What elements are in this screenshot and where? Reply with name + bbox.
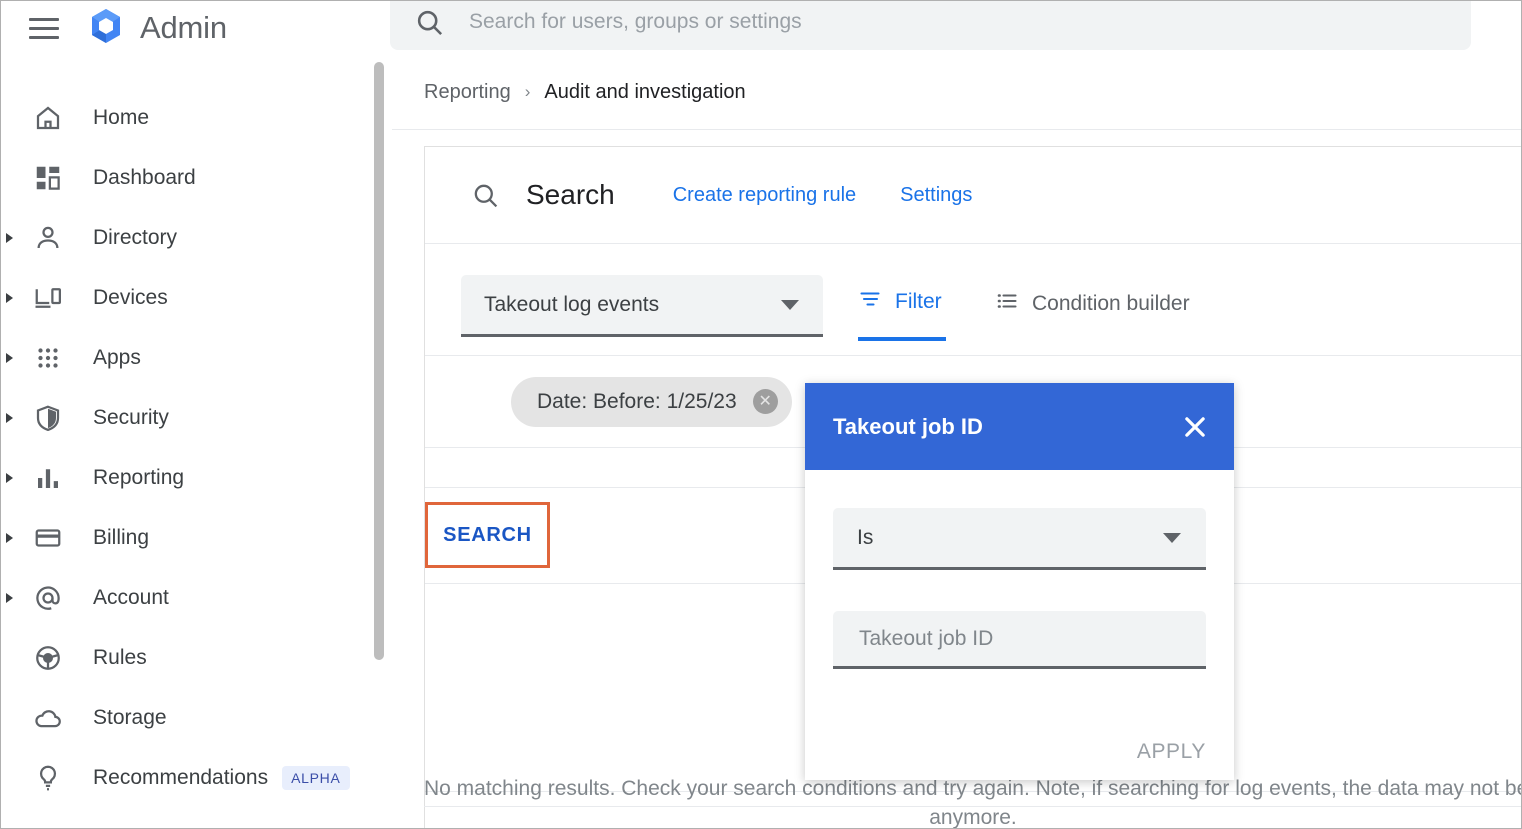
credit-card-icon <box>28 523 68 553</box>
brand-logo[interactable]: Admin <box>86 6 227 51</box>
header-divider <box>392 129 1522 130</box>
apply-button[interactable]: APPLY <box>1137 740 1206 764</box>
operator-value: Is <box>857 525 874 549</box>
sidebar-item-rules[interactable]: Rules <box>0 628 392 688</box>
sidebar-scrollbar-thumb[interactable] <box>374 62 384 660</box>
sidebar-item-reporting[interactable]: Reporting <box>0 448 392 508</box>
dashboard-icon <box>28 163 68 193</box>
hamburger-menu-icon[interactable] <box>26 10 62 46</box>
page-title: Search <box>526 179 615 210</box>
sidebar-item-label: Storage <box>93 706 167 729</box>
chevron-right-icon <box>6 593 13 603</box>
log-source-select[interactable]: Takeout log events <box>461 275 823 337</box>
tab-filter-label: Filter <box>895 290 942 313</box>
apps-grid-icon <box>28 343 68 373</box>
sidebar-item-home[interactable]: Home <box>0 88 392 148</box>
sidebar-item-recommendations[interactable]: Recommendations ALPHA <box>0 748 392 808</box>
sidebar-item-security[interactable]: Security <box>0 388 392 448</box>
sidebar-item-label: Account <box>93 586 169 609</box>
breadcrumb-current: Audit and investigation <box>544 80 746 103</box>
chevron-down-icon <box>781 299 799 310</box>
chevron-down-icon <box>1163 532 1181 543</box>
sidebar-item-label: Billing <box>93 526 150 549</box>
admin-console-page: Admin Home Dashboard Directory Devices A… <box>0 0 1522 829</box>
log-source-value: Takeout log events <box>484 292 660 316</box>
empty-results-message-line2: anymore. <box>929 806 1017 829</box>
sidebar-item-dashboard[interactable]: Dashboard <box>0 148 392 208</box>
lightbulb-icon <box>28 763 68 793</box>
sidebar-item-devices[interactable]: Devices <box>0 268 392 328</box>
sidebar-item-label: Dashboard <box>93 166 196 189</box>
breadcrumb-separator-icon: › <box>524 82 531 101</box>
steering-wheel-icon <box>28 643 68 673</box>
sidebar-scrollbar[interactable] <box>374 62 388 762</box>
cloud-icon <box>28 703 68 733</box>
sidebar-item-directory[interactable]: Directory <box>0 208 392 268</box>
devices-icon <box>28 283 68 313</box>
takeout-job-id-field-wrapper[interactable] <box>833 611 1206 669</box>
takeout-job-id-input[interactable] <box>857 625 1187 652</box>
bar-chart-icon <box>28 463 68 493</box>
sidebar-item-label: Security <box>93 406 169 429</box>
sidebar-nav: Home Dashboard Directory Devices Apps Se… <box>0 88 392 808</box>
create-reporting-rule-link[interactable]: Create reporting rule <box>673 184 856 207</box>
close-icon[interactable] <box>1178 410 1212 444</box>
chevron-right-icon <box>6 413 13 423</box>
brand-name: Admin <box>140 10 227 45</box>
chevron-right-icon <box>6 533 13 543</box>
sidebar-item-label: Directory <box>93 226 178 249</box>
sidebar-item-label: Rules <box>93 646 147 669</box>
search-button[interactable]: SEARCH <box>425 502 550 568</box>
tab-condition-builder-label: Condition builder <box>1032 292 1190 315</box>
sidebar-item-label: Reporting <box>93 466 185 489</box>
sidebar-item-apps[interactable]: Apps <box>0 328 392 388</box>
sidebar-item-label: Devices <box>93 286 168 309</box>
sidebar-item-label: Home <box>93 106 150 129</box>
filter-chip[interactable]: Date: Before: 1/25/23 ✕ <box>511 376 792 427</box>
chevron-right-icon <box>6 233 13 243</box>
chevron-right-icon <box>6 473 13 483</box>
list-icon <box>995 289 1019 319</box>
shield-icon <box>28 403 68 433</box>
filter-chip-label: Date: Before: 1/25/23 <box>537 389 737 413</box>
person-icon <box>28 223 68 253</box>
sidebar-item-label: Apps <box>93 346 141 369</box>
sidebar-item-label: Recommendations <box>93 766 269 789</box>
settings-link[interactable]: Settings <box>900 184 972 207</box>
filter-popup-title: Takeout job ID <box>833 413 983 439</box>
source-and-mode-row: Takeout log events Filter Condition buil… <box>425 244 1522 356</box>
sidebar-item-account[interactable]: Account <box>0 568 392 628</box>
sidebar: Admin Home Dashboard Directory Devices A… <box>0 0 392 829</box>
sidebar-item-storage[interactable]: Storage <box>0 688 392 748</box>
google-admin-logo-icon <box>86 6 126 51</box>
filter-popup-dialog: Takeout job ID Is APPLY <box>805 383 1234 780</box>
search-button-label: SEARCH <box>443 523 532 546</box>
search-icon <box>471 181 500 210</box>
breadcrumb: Reporting › Audit and investigation <box>424 70 746 114</box>
sidebar-item-billing[interactable]: Billing <box>0 508 392 568</box>
filter-popup-body: Is APPLY <box>805 470 1234 780</box>
chevron-right-icon <box>6 293 13 303</box>
tab-condition-builder[interactable]: Condition builder <box>995 275 1190 341</box>
breadcrumb-parent[interactable]: Reporting <box>424 81 511 104</box>
sidebar-header: Admin <box>0 0 392 56</box>
status-badge: ALPHA <box>282 766 350 790</box>
global-search-bar[interactable] <box>390 0 1471 50</box>
search-card-header: Search Create reporting rule Settings <box>425 147 1522 244</box>
filter-popup-header: Takeout job ID <box>805 383 1234 470</box>
filter-icon <box>858 287 882 317</box>
operator-select[interactable]: Is <box>833 508 1206 570</box>
tab-filter[interactable]: Filter <box>858 275 946 341</box>
at-sign-icon <box>28 583 68 613</box>
search-input[interactable] <box>467 9 1367 35</box>
chevron-right-icon <box>6 353 13 363</box>
close-circle-icon[interactable]: ✕ <box>752 389 778 414</box>
home-icon <box>28 103 68 133</box>
search-icon <box>414 7 445 38</box>
